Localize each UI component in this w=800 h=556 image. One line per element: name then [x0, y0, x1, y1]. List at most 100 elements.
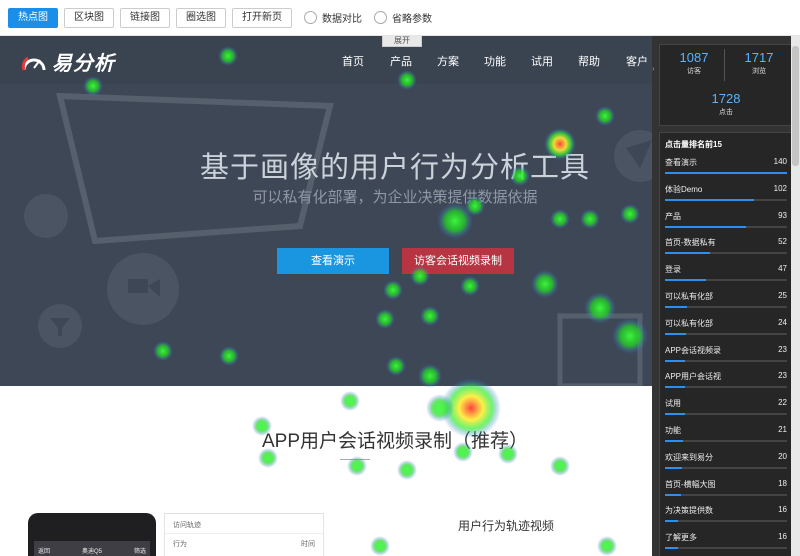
page-preview: 易分析 首页 产品 方案 功能 试用 帮助 客户 基于画像的用户行为分析工具 可… — [0, 36, 652, 556]
nav-trial[interactable]: 试用 — [531, 53, 553, 69]
ranking-item[interactable]: APP用户会话视 23 — [660, 368, 792, 395]
link-view-button[interactable]: 链接图 — [120, 7, 170, 28]
ranking-value: 93 — [778, 210, 787, 220]
summary-stats: 1087 访客 1717 浏览 1728 点击 — [659, 44, 793, 126]
ranking-bar-fill — [665, 172, 787, 174]
ranking-label: 为决策提供数 — [665, 506, 713, 516]
ranking-bar-fill — [665, 279, 707, 282]
hero-decoration — [24, 92, 652, 386]
ranking-item[interactable]: 试用 22 — [660, 395, 792, 422]
ranking-item[interactable]: 首页-横幅大图 18 — [660, 476, 792, 503]
ranking-bar-track — [665, 225, 787, 228]
track-col-time: 时间 — [301, 541, 315, 548]
ranking-bar-track — [665, 332, 787, 335]
ranking-row: 欢迎来到易分 20 — [665, 452, 787, 463]
nav-home[interactable]: 首页 — [342, 53, 364, 69]
ranking-label: APP用户会话视 — [665, 372, 722, 382]
hero-subtitle: 可以私有化部署，为企业决策提供数据依据 — [252, 189, 538, 206]
ranking-value: 24 — [778, 317, 787, 327]
panel-collapse-icon[interactable]: › — [652, 64, 659, 78]
ranking-row: 可以私有化部 25 — [665, 291, 787, 302]
clicks-value: 1728 — [711, 91, 741, 106]
data-compare-radio[interactable]: 数据对比 — [304, 10, 362, 25]
ranking-bar-fill — [665, 386, 685, 389]
ranking-row: 首页-横幅大图 18 — [665, 479, 787, 490]
tablet-outline-shape — [557, 313, 643, 386]
ranking-item[interactable]: 为决策提供数 16 — [660, 502, 792, 529]
stat-divider — [724, 49, 725, 81]
ranking-bar-track — [665, 279, 787, 282]
hero-title: 基于画像的用户行为分析工具 — [199, 152, 590, 184]
section-divider — [340, 459, 370, 460]
nav-customers[interactable]: 客户 — [626, 53, 648, 69]
phone-mockup: 返回 奥迪Q5 筛选 — [28, 513, 156, 556]
ranking-item[interactable]: 首页-数据私有 52 — [660, 234, 792, 261]
heatmap-toolbar: 热点图 区块图 链接图 圈选图 打开新页 数据对比 省略参数 — [0, 0, 800, 36]
heatmap-view-button[interactable]: 热点图 — [8, 7, 58, 28]
ranking-bar-fill — [665, 332, 686, 335]
ranking-bar-fill — [665, 225, 746, 228]
ranking-row: 为决策提供数 16 — [665, 505, 787, 516]
omit-params-label: 省略参数 — [392, 14, 432, 25]
data-compare-label: 数据对比 — [322, 14, 362, 25]
ranking-item[interactable]: APP会话视频录 23 — [660, 342, 792, 369]
ranking-bar-fill — [665, 547, 679, 550]
clicks-label: 点击 — [719, 109, 733, 116]
ranking-value: 25 — [778, 290, 787, 300]
ranking-label: 产品 — [665, 211, 681, 221]
nav-features[interactable]: 功能 — [484, 53, 506, 69]
ranking-value: 140 — [773, 157, 787, 166]
ranking-value: 20 — [778, 451, 787, 461]
nav-solution[interactable]: 方案 — [437, 53, 459, 69]
ranking-bar-fill — [665, 520, 679, 523]
ranking-item[interactable]: 可以私有化部 25 — [660, 288, 792, 315]
expand-toggle[interactable]: 展开 — [382, 36, 422, 47]
phone-back-label: 返回 — [38, 548, 51, 555]
clicks-stat: 1728 点击 — [696, 91, 756, 117]
ranking-value: 18 — [778, 478, 787, 488]
open-new-page-button[interactable]: 打开新页 — [232, 7, 292, 28]
views-value: 1717 — [744, 50, 774, 65]
ranking-row: 查看演示 140 — [665, 157, 787, 168]
circle-select-button[interactable]: 圈选图 — [176, 7, 226, 28]
track-columns: 行为 时间 — [165, 534, 323, 554]
ranking-title: 点击量排名前15 — [665, 140, 722, 149]
ranking-item[interactable]: 登录 47 — [660, 261, 792, 288]
visitor-video-button[interactable]: 访客会话视频录制 — [402, 248, 514, 274]
ranking-row: 试用 22 — [665, 398, 787, 409]
ranking-item[interactable]: 体验Demo 102 — [660, 181, 792, 208]
ranking-item[interactable]: 功能 21 — [660, 422, 792, 449]
ranking-label: 体验Demo — [665, 184, 703, 194]
ranking-bar-track — [665, 466, 787, 469]
page-scrollbar[interactable] — [791, 36, 800, 556]
ranking-item[interactable]: 查看演示 140 — [660, 154, 792, 181]
nav-help[interactable]: 帮助 — [578, 53, 600, 69]
ranking-value: 23 — [778, 371, 787, 381]
radio-circle-icon — [374, 11, 387, 24]
ranking-row: APP用户会话视 23 — [665, 371, 787, 382]
ranking-bar-fill — [665, 359, 685, 362]
ranking-bar-fill — [665, 466, 683, 469]
site-logo[interactable]: 易分析 — [20, 47, 115, 76]
scrollbar-thumb[interactable] — [792, 46, 799, 166]
omit-params-radio[interactable]: 省略参数 — [374, 10, 432, 25]
ranking-row: 体验Demo 102 — [665, 184, 787, 195]
ranking-label: 首页-横幅大图 — [665, 479, 716, 489]
ranking-value: 22 — [778, 398, 787, 408]
ranking-item[interactable]: 产品 93 — [660, 208, 792, 235]
ranking-bar-track — [665, 172, 787, 174]
ranking-item[interactable]: 了解更多 16 — [660, 529, 792, 556]
view-demo-button[interactable]: 查看演示 — [277, 248, 389, 274]
ranking-value: 21 — [778, 424, 787, 434]
ranking-label: 欢迎来到易分 — [665, 452, 713, 462]
ranking-item[interactable]: 可以私有化部 24 — [660, 315, 792, 342]
visitors-label: 访客 — [687, 68, 701, 75]
ranking-row: 功能 21 — [665, 425, 787, 436]
block-view-button[interactable]: 区块图 — [64, 7, 114, 28]
ranking-bar-fill — [665, 252, 711, 255]
ranking-row: 了解更多 16 — [665, 532, 787, 543]
ranking-item[interactable]: 欢迎来到易分 20 — [660, 449, 792, 476]
nav-product[interactable]: 产品 — [390, 53, 412, 69]
phone-title: 奥迪Q5 — [81, 548, 102, 555]
ranking-bar-track — [665, 252, 787, 255]
